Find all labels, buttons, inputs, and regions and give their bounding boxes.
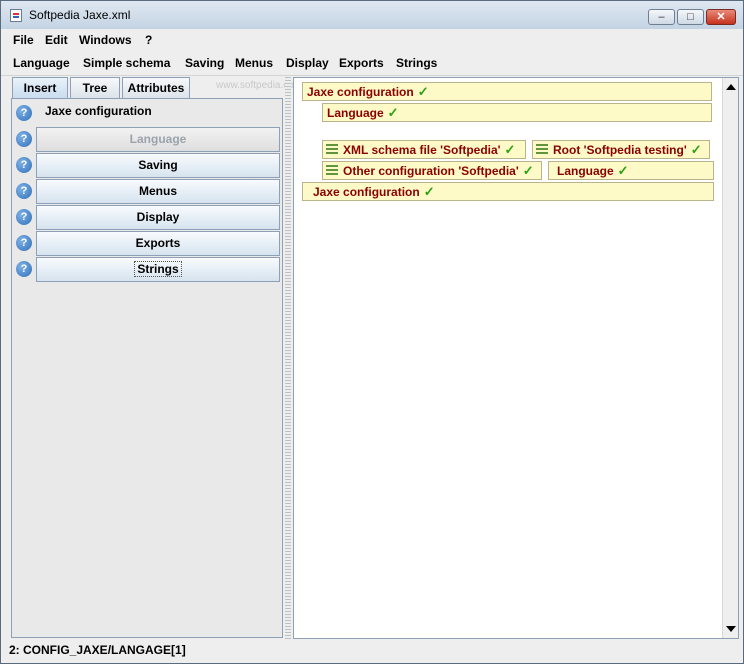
insert-saving-button[interactable]: Saving — [36, 153, 280, 178]
vertical-scrollbar[interactable] — [722, 78, 738, 638]
valid-check-icon: ✓ — [387, 105, 399, 120]
parent-element-label: Jaxe configuration — [45, 104, 152, 118]
help-icon[interactable]: ? — [16, 105, 32, 121]
scroll-down-arrow-icon[interactable] — [726, 626, 736, 632]
tag-root[interactable]: Root 'Softpedia testing' ✓ — [532, 140, 710, 159]
list-icon — [326, 144, 338, 156]
menu-simple-schema[interactable]: Simple schema — [83, 56, 170, 70]
valid-check-icon: ✓ — [617, 163, 629, 178]
help-icon[interactable]: ? — [16, 157, 32, 173]
valid-check-icon: ✓ — [690, 142, 702, 157]
tag-xml-schema-file[interactable]: XML schema file 'Softpedia' ✓ — [322, 140, 526, 159]
menu-help[interactable]: ? — [145, 33, 152, 47]
list-icon — [326, 165, 338, 177]
help-icon[interactable]: ? — [16, 131, 32, 147]
menu-edit[interactable]: Edit — [45, 33, 68, 47]
menu-bar: File Edit Windows ? — [1, 29, 743, 51]
menu-file[interactable]: File — [13, 33, 34, 47]
valid-check-icon: ✓ — [504, 142, 516, 157]
insert-exports-button[interactable]: Exports — [36, 231, 280, 256]
valid-check-icon: ✓ — [522, 163, 534, 178]
insert-strings-button[interactable]: Strings — [36, 257, 280, 282]
scroll-up-arrow-icon[interactable] — [726, 84, 736, 90]
tab-tree[interactable]: Tree — [70, 77, 120, 98]
tag-jaxe-configuration-end[interactable]: Jaxe configuration ✓ — [302, 182, 714, 201]
insert-language-button[interactable]: Language — [36, 127, 280, 152]
document-editor[interactable]: Jaxe configuration ✓ Language ✓ XML schema… — [293, 77, 739, 639]
insert-menus-button[interactable]: Menus — [36, 179, 280, 204]
insert-panel: ? Jaxe configuration ? Language ? Saving… — [11, 98, 283, 638]
app-window: Softpedia Jaxe.xml – □ ✕ File Edit Windo… — [0, 0, 744, 664]
menu-windows[interactable]: Windows — [79, 33, 132, 47]
list-icon — [536, 144, 548, 156]
left-panel: Insert Tree Attributes ? Jaxe configurat… — [9, 77, 283, 638]
elements-menu-bar: Language Simple schema Saving Menus Disp… — [1, 51, 743, 76]
title-bar: Softpedia Jaxe.xml – □ ✕ — [1, 1, 743, 30]
help-icon[interactable]: ? — [16, 261, 32, 277]
tag-other-configuration[interactable]: Other configuration 'Softpedia' ✓ — [322, 161, 542, 180]
status-path: 2: CONFIG_JAXE/LANGAGE[1] — [9, 643, 186, 657]
tab-insert[interactable]: Insert — [12, 77, 68, 98]
tab-attributes[interactable]: Attributes — [122, 77, 190, 98]
status-bar: 2: CONFIG_JAXE/LANGAGE[1] — [1, 641, 743, 663]
insert-display-button[interactable]: Display — [36, 205, 280, 230]
help-icon[interactable]: ? — [16, 235, 32, 251]
insert-strings-label: Strings — [134, 261, 182, 277]
tag-language-start[interactable]: Language ✓ — [322, 103, 712, 122]
help-icon[interactable]: ? — [16, 183, 32, 199]
parent-element-row: ? Jaxe configuration — [12, 101, 282, 125]
menu-saving[interactable]: Saving — [185, 56, 224, 70]
menu-strings[interactable]: Strings — [396, 56, 437, 70]
menu-display[interactable]: Display — [286, 56, 329, 70]
app-icon — [10, 9, 22, 22]
window-title: Softpedia Jaxe.xml — [29, 8, 131, 22]
menu-language[interactable]: Language — [13, 56, 70, 70]
menu-exports[interactable]: Exports — [339, 56, 384, 70]
valid-check-icon: ✓ — [423, 184, 435, 199]
split-pane-divider[interactable] — [285, 77, 291, 639]
tag-language-end[interactable]: Language ✓ — [548, 161, 714, 180]
minimize-button[interactable]: – — [648, 9, 675, 25]
valid-check-icon: ✓ — [417, 84, 429, 99]
help-icon[interactable]: ? — [16, 209, 32, 225]
maximize-button[interactable]: □ — [677, 9, 704, 25]
tag-jaxe-configuration-start[interactable]: Jaxe configuration ✓ — [302, 82, 712, 101]
close-button[interactable]: ✕ — [706, 9, 736, 25]
menu-menus[interactable]: Menus — [235, 56, 273, 70]
